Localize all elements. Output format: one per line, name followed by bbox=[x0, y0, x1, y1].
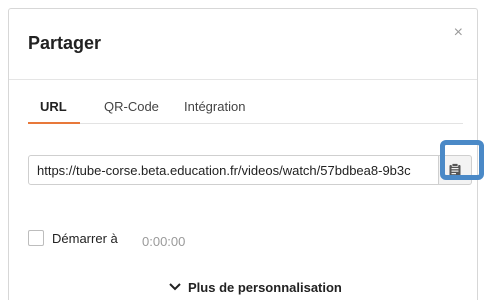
tab-url[interactable]: URL bbox=[40, 99, 67, 114]
copy-url-button[interactable] bbox=[439, 155, 472, 185]
start-time-input[interactable] bbox=[142, 229, 212, 251]
share-dialog: Partager × URL QR-Code Intégration https… bbox=[8, 8, 478, 300]
dialog-title: Partager bbox=[28, 33, 102, 53]
chevron-down-icon bbox=[169, 279, 181, 294]
active-tab-indicator bbox=[28, 122, 80, 124]
header-divider bbox=[9, 79, 477, 80]
more-customization-label: Plus de personnalisation bbox=[188, 280, 342, 295]
start-at-label: Démarrer à bbox=[52, 231, 118, 246]
url-row bbox=[28, 155, 472, 185]
start-at-checkbox[interactable] bbox=[28, 230, 44, 246]
tab-qr-code[interactable]: QR-Code bbox=[104, 99, 159, 114]
page: Partager × URL QR-Code Intégration https… bbox=[0, 0, 488, 300]
more-customization-toggle[interactable]: Plus de personnalisation bbox=[169, 279, 342, 297]
tab-bar: URL QR-Code Intégration bbox=[28, 95, 463, 124]
tab-integration[interactable]: Intégration bbox=[184, 99, 245, 114]
share-url-field[interactable] bbox=[28, 155, 439, 185]
close-icon[interactable]: × bbox=[454, 25, 463, 41]
clipboard-icon bbox=[449, 163, 461, 178]
